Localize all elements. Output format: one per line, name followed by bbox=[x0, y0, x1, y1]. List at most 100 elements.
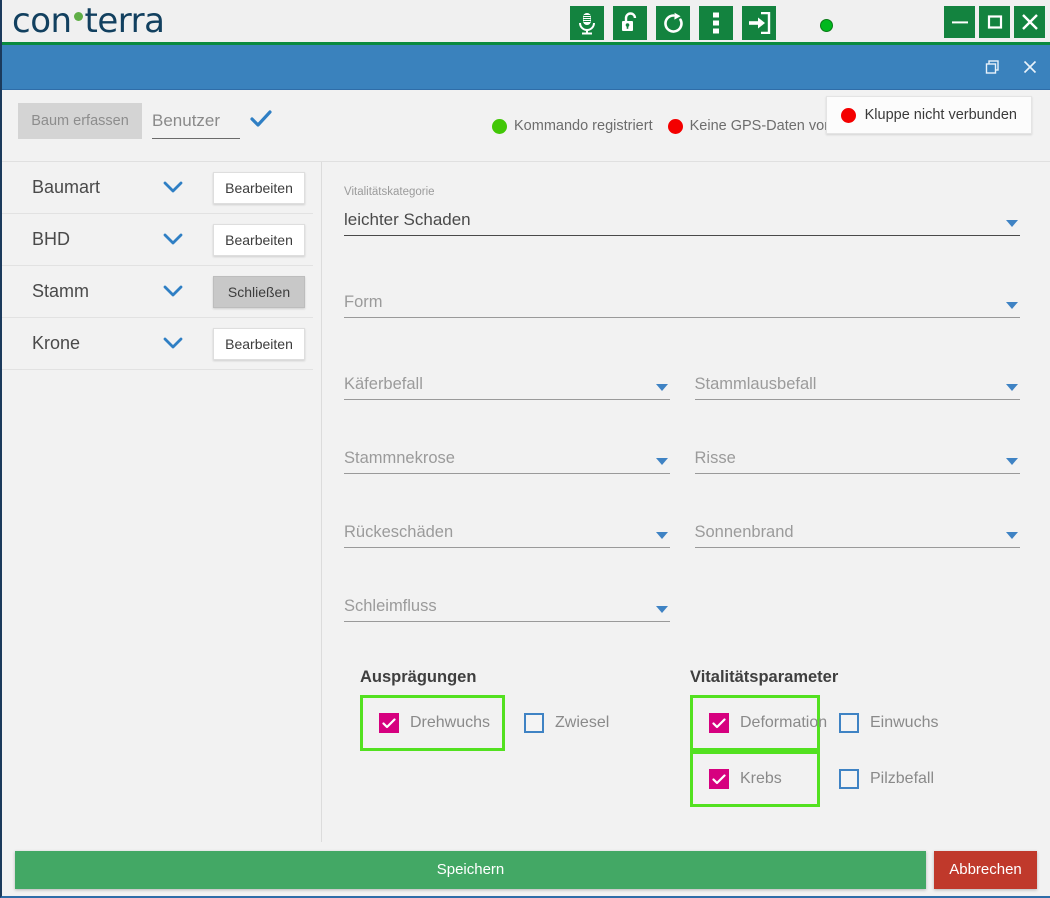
checkbox-row: Krebs Pilzbefall bbox=[690, 751, 1020, 807]
chevron-down-icon[interactable] bbox=[163, 337, 183, 350]
caliper-status-button[interactable]: Kluppe nicht verbunden bbox=[825, 96, 1032, 134]
status-indicators: Kommando registriert Keine GPS-Daten von bbox=[492, 90, 832, 162]
checkbox-krebs[interactable]: Krebs bbox=[690, 751, 820, 807]
field-placeholder: Sonnenbrand bbox=[694, 523, 794, 541]
action-status-bar: Baum erfassen Benutzer Kommando registri… bbox=[2, 90, 1050, 162]
field-placeholder: Schleimfluss bbox=[344, 597, 437, 615]
user-input[interactable]: Benutzer bbox=[152, 103, 240, 139]
slime-flux-select[interactable]: Schleimfluss bbox=[344, 588, 670, 622]
main-body: Baumart Bearbeiten BHD Bearbeiten Stamm … bbox=[2, 162, 1050, 842]
checkbox-drehwuchs[interactable]: Drehwuchs bbox=[360, 695, 506, 751]
edit-button-krone[interactable]: Bearbeiten bbox=[213, 327, 305, 360]
chevron-down-icon[interactable] bbox=[655, 384, 668, 391]
more-vertical-icon[interactable] bbox=[699, 6, 733, 40]
form-panel: Vitalitätskategorie leichter Schaden For… bbox=[322, 162, 1050, 842]
chevron-down-icon[interactable] bbox=[1006, 458, 1018, 465]
checkbox-groups: Ausprägungen Drehwuchs Zwiesel Vitalität… bbox=[344, 668, 1020, 807]
field-row-4: Schleimfluss bbox=[344, 588, 1020, 622]
stem-necrosis-select[interactable]: Stammnekrose bbox=[344, 440, 670, 474]
sidebar-item-bhd[interactable]: BHD Bearbeiten bbox=[2, 214, 313, 266]
vitality-category-label: Vitalitätskategorie bbox=[344, 186, 435, 198]
checkbox-unchecked-icon bbox=[839, 769, 859, 789]
check-icon[interactable] bbox=[250, 110, 272, 133]
checkbox-label: Deformation bbox=[740, 714, 828, 731]
microphone-icon[interactable] bbox=[570, 6, 604, 40]
chevron-down-icon[interactable] bbox=[163, 285, 183, 298]
window-controls bbox=[944, 6, 1045, 38]
minimize-icon[interactable] bbox=[944, 6, 975, 38]
chevron-down-icon[interactable] bbox=[1006, 532, 1018, 539]
toolbar-icons bbox=[570, 6, 776, 40]
cancel-button[interactable]: Abbrechen bbox=[934, 850, 1037, 889]
vitality-category-value: leichter Schaden bbox=[344, 210, 471, 229]
caliper-status-label: Kluppe nicht verbunden bbox=[864, 107, 1017, 123]
group-auspraegungen: Ausprägungen Drehwuchs Zwiesel bbox=[360, 668, 690, 807]
close-icon[interactable] bbox=[1014, 6, 1045, 38]
chevron-down-icon[interactable] bbox=[655, 458, 668, 465]
maximize-icon[interactable] bbox=[979, 6, 1010, 38]
vitality-category-select[interactable]: Vitalitätskategorie leichter Schaden bbox=[344, 186, 1020, 236]
user-input-placeholder: Benutzer bbox=[152, 110, 221, 130]
logo-text-terra: terra bbox=[84, 1, 165, 41]
field-row-1: Käferbefall Stammlausbefall bbox=[344, 366, 1020, 400]
checkbox-checked-icon bbox=[709, 769, 729, 789]
sidebar-item-krone[interactable]: Krone Bearbeiten bbox=[2, 318, 313, 370]
restore-icon[interactable] bbox=[985, 59, 1000, 75]
sidebar-item-stamm[interactable]: Stamm Schließen bbox=[2, 266, 313, 318]
chevron-down-icon[interactable] bbox=[163, 181, 183, 194]
sunburn-select[interactable]: Sonnenbrand bbox=[694, 514, 1020, 548]
sidebar-item-label: BHD bbox=[32, 229, 71, 249]
save-button[interactable]: Speichern bbox=[15, 850, 926, 889]
chevron-down-icon[interactable] bbox=[163, 233, 183, 246]
status-led-indicator bbox=[820, 19, 833, 32]
status-label-gps: Keine GPS-Daten von bbox=[689, 118, 833, 134]
logo-dot-icon bbox=[73, 11, 83, 21]
conterra-logo: con terra bbox=[12, 4, 165, 38]
cracks-select[interactable]: Risse bbox=[694, 440, 1020, 474]
application-window: con terra Baum erfassen Benutzer Kommand… bbox=[0, 0, 1050, 898]
field-row-2: Stammnekrose Risse bbox=[344, 440, 1020, 474]
field-placeholder: Rückeschäden bbox=[344, 523, 454, 541]
chevron-down-icon[interactable] bbox=[1006, 302, 1018, 309]
close-button-stamm[interactable]: Schließen bbox=[213, 275, 305, 308]
checkbox-label: Einwuchs bbox=[870, 714, 939, 731]
checkbox-checked-icon bbox=[709, 713, 729, 733]
login-icon[interactable] bbox=[742, 6, 776, 40]
chevron-down-icon[interactable] bbox=[655, 532, 668, 539]
checkbox-row: Deformation Einwuchs bbox=[690, 695, 1020, 751]
field-row-3: Rückeschäden Sonnenbrand bbox=[344, 514, 1020, 548]
sidebar-item-label: Stamm bbox=[32, 281, 90, 301]
checkbox-row: Drehwuchs Zwiesel bbox=[360, 695, 690, 751]
checkbox-zwiesel[interactable]: Zwiesel bbox=[505, 698, 621, 748]
capture-tree-button[interactable]: Baum erfassen bbox=[18, 103, 142, 139]
footer-actions: Speichern Abbrechen bbox=[2, 843, 1050, 896]
stem-louse-infestation-select[interactable]: Stammlausbefall bbox=[694, 366, 1020, 400]
sidebar-item-baumart[interactable]: Baumart Bearbeiten bbox=[2, 162, 313, 214]
row-spacer bbox=[695, 588, 1021, 622]
group-title: Ausprägungen bbox=[360, 668, 477, 686]
checkbox-deformation[interactable]: Deformation bbox=[690, 695, 827, 751]
unlock-icon[interactable] bbox=[613, 6, 647, 40]
chevron-down-icon[interactable] bbox=[1006, 384, 1018, 391]
checkbox-label: Krebs bbox=[740, 770, 782, 787]
checkbox-unchecked-icon bbox=[839, 713, 859, 733]
chevron-down-icon[interactable] bbox=[655, 606, 668, 613]
checkbox-pilzbefall[interactable]: Pilzbefall bbox=[820, 754, 946, 804]
caliper-status-dot bbox=[840, 107, 856, 123]
edit-button-bhd[interactable]: Bearbeiten bbox=[213, 223, 305, 256]
form-select[interactable]: Form bbox=[344, 284, 1020, 318]
beetle-infestation-select[interactable]: Käferbefall bbox=[344, 366, 670, 400]
checkbox-einwuchs[interactable]: Einwuchs bbox=[820, 698, 950, 748]
refresh-icon[interactable] bbox=[656, 6, 690, 40]
sidebar-item-label: Baumart bbox=[32, 177, 101, 197]
chevron-down-icon[interactable] bbox=[1006, 220, 1018, 227]
close-icon[interactable] bbox=[1022, 59, 1038, 75]
logo-text-con: con bbox=[12, 1, 72, 41]
form-placeholder: Form bbox=[344, 293, 383, 311]
edit-button-baumart[interactable]: Bearbeiten bbox=[213, 171, 305, 204]
dialog-window-controls bbox=[985, 45, 1038, 89]
skidding-damage-select[interactable]: Rückeschäden bbox=[344, 514, 670, 548]
checkbox-unchecked-icon bbox=[524, 713, 545, 733]
brand-bar: con terra bbox=[2, 0, 1050, 45]
field-placeholder: Risse bbox=[694, 449, 736, 467]
